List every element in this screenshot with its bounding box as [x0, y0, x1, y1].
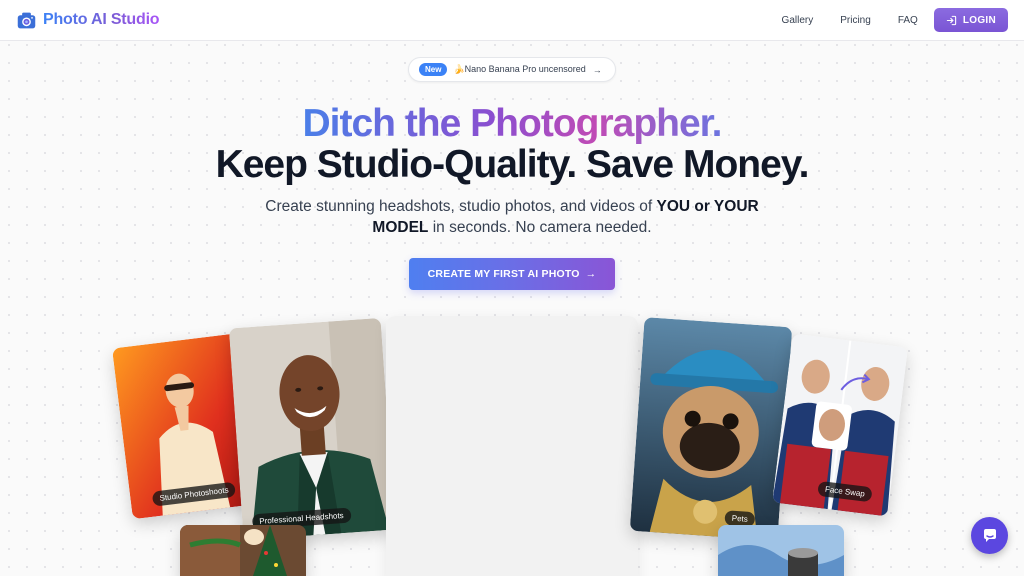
hero-title-line1: Ditch the Photographer. [0, 104, 1024, 143]
login-label: LOGIN [962, 14, 996, 26]
holiday-image [180, 525, 306, 576]
brand-logo[interactable]: Photo AI Studio [16, 10, 160, 31]
gallery-card-placeholder [386, 316, 638, 576]
main-nav: Gallery Pricing FAQ LOGIN [782, 8, 1008, 32]
water-image [718, 525, 844, 576]
brand-name: Photo AI Studio [43, 11, 160, 28]
sign-in-icon [946, 15, 957, 25]
nav-pricing[interactable]: Pricing [840, 15, 871, 26]
arrow-right-icon: → [585, 268, 597, 280]
gallery-card-professional-headshots[interactable]: Professional Headshots [228, 317, 396, 541]
create-first-photo-button[interactable]: CREATE MY FIRST AI PHOTO → [409, 258, 615, 290]
gallery-card-pets[interactable]: Pets [629, 317, 793, 541]
new-badge: New [419, 63, 448, 76]
nav-gallery[interactable]: Gallery [782, 15, 814, 26]
hero-title-line2: Keep Studio-Quality. Save Money. [215, 143, 810, 186]
chat-support-button[interactable] [971, 517, 1008, 554]
announcement-text: 🍌Nano Banana Pro uncensored [453, 64, 586, 74]
chat-icon [983, 528, 996, 542]
hero-subtitle: Create stunning headshots, studio photos… [262, 196, 762, 238]
gallery-card-water[interactable] [718, 525, 844, 576]
top-navbar: Photo AI Studio Gallery Pricing FAQ LOGI… [0, 0, 1024, 41]
pug-image [629, 317, 793, 541]
announcement-pill[interactable]: New 🍌Nano Banana Pro uncensored → [408, 57, 616, 82]
camera-icon [17, 12, 36, 28]
subtitle-text-end: in seconds. No camera needed. [428, 219, 652, 236]
arrow-right-icon: → [592, 64, 602, 75]
cta-label: CREATE MY FIRST AI PHOTO [427, 268, 580, 280]
gallery-card-face-swap[interactable]: Face Swap [772, 333, 908, 517]
gallery-card-holiday[interactable] [180, 525, 306, 576]
hero-title-gradient: Ditch the Photographer. [302, 102, 722, 145]
login-button[interactable]: LOGIN [933, 8, 1008, 32]
nav-faq[interactable]: FAQ [898, 15, 918, 26]
subtitle-text: Create stunning headshots, studio photos… [265, 198, 657, 215]
headshot-image [228, 317, 396, 541]
